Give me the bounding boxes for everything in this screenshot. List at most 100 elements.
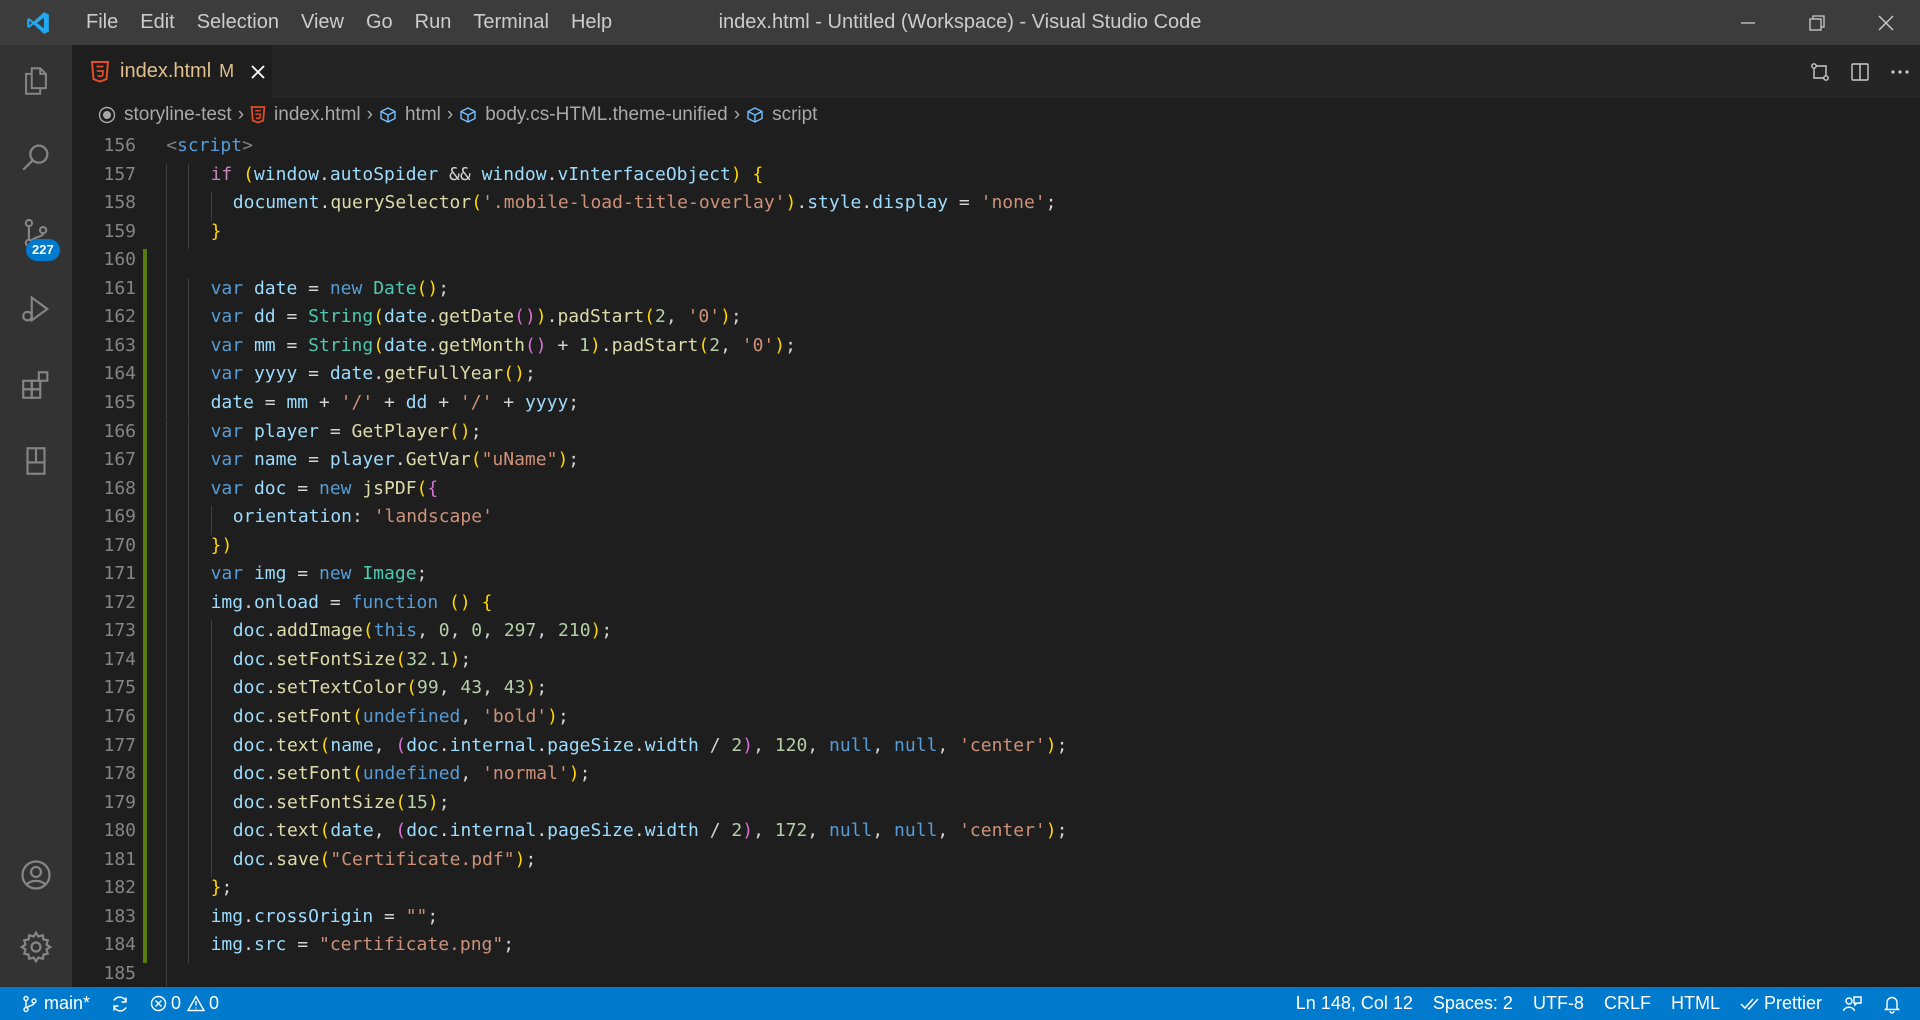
code-line: orientation: 'landscape'	[232, 506, 493, 528]
chevron-right-icon: ›	[733, 104, 741, 125]
code-line: var dd = String(date.getDate()).padStart…	[210, 306, 742, 328]
line-number: 160	[103, 249, 136, 271]
remote-explorer-icon[interactable]	[0, 425, 72, 497]
minimize-button[interactable]	[1713, 0, 1782, 45]
encoding-status[interactable]: UTF-8	[1523, 987, 1594, 1020]
code-line: doc.addImage(this, 0, 0, 297, 210);	[232, 620, 613, 642]
close-window-button[interactable]	[1851, 0, 1920, 45]
breadcrumb-item-body[interactable]: body.cs-HTML.theme-unified	[459, 104, 728, 126]
run-debug-icon[interactable]	[0, 273, 72, 345]
indent-guide	[210, 763, 212, 792]
indent-guide	[166, 877, 168, 906]
indent-guide	[188, 506, 190, 535]
code-line: img.crossOrigin = "";	[210, 905, 439, 927]
tab-modified-status: M	[219, 61, 235, 81]
feedback-icon[interactable]	[1832, 987, 1872, 1020]
line-number: 166	[103, 420, 136, 442]
chevron-right-icon: ›	[366, 104, 373, 125]
warning-icon	[187, 995, 206, 1012]
code-line: doc.setFontSize(32.1);	[232, 648, 472, 670]
code-line: doc.setFontSize(15);	[232, 791, 450, 813]
menu-terminal[interactable]: Terminal	[462, 0, 560, 45]
warning-count: 0	[209, 993, 220, 1013]
menu-file[interactable]: File	[75, 0, 129, 45]
manage-gear-icon[interactable]	[0, 911, 72, 983]
code-line: })	[210, 534, 233, 556]
breadcrumb-item-file[interactable]: index.html	[250, 104, 361, 126]
close-tab-icon[interactable]	[248, 62, 268, 82]
folder-circle-icon	[98, 106, 116, 124]
menu-run[interactable]: Run	[404, 0, 463, 45]
explorer-icon[interactable]	[0, 45, 72, 117]
code-line: <script>	[166, 135, 253, 156]
indent-guide	[210, 734, 212, 764]
indent-guide	[166, 277, 168, 307]
menu-selection[interactable]: Selection	[186, 0, 290, 45]
menu-go[interactable]: Go	[355, 0, 404, 45]
breadcrumb-item-html[interactable]: html	[379, 104, 441, 126]
indent-guide	[188, 306, 190, 335]
indent-guide	[166, 192, 168, 221]
restore-button[interactable]	[1782, 0, 1851, 45]
indent-guide	[188, 734, 190, 764]
line-number: 181	[103, 848, 136, 870]
indent-guide	[188, 791, 190, 821]
status-bar-right: Ln 148, Col 12 Spaces: 2 UTF-8 CRLF HTML…	[1286, 987, 1920, 1020]
cursor-position[interactable]: Ln 148, Col 12	[1286, 987, 1423, 1020]
symbol-element-icon	[746, 106, 764, 124]
indent-guide	[166, 620, 168, 649]
breadcrumb-label-file: index.html	[274, 104, 361, 125]
indent-guide	[166, 249, 168, 278]
indent-guide	[210, 506, 212, 535]
breadcrumb-item-folder[interactable]: storyline-test	[98, 104, 232, 126]
open-changes-icon[interactable]	[1800, 52, 1840, 92]
code-line: var date = new Date();	[210, 277, 450, 299]
indent-guide	[188, 905, 190, 935]
indent-guide	[188, 334, 190, 364]
language-mode[interactable]: HTML	[1661, 987, 1730, 1020]
code-line: if (window.autoSpider && window.vInterfa…	[210, 163, 764, 185]
tab-index-html[interactable]: index.html M	[72, 45, 272, 98]
indent-guide	[166, 934, 168, 963]
search-icon[interactable]	[0, 121, 72, 193]
line-number: 162	[103, 306, 136, 328]
code-line: }	[210, 220, 222, 242]
indent-guide	[210, 706, 212, 735]
accounts-icon[interactable]	[0, 839, 72, 911]
eol-status[interactable]: CRLF	[1594, 987, 1661, 1020]
line-number: 156	[103, 135, 136, 156]
problems-status[interactable]: 0 0	[140, 987, 229, 1020]
indent-guide	[210, 791, 212, 821]
indent-guide	[166, 420, 168, 450]
prettier-status[interactable]: Prettier	[1730, 987, 1832, 1020]
indent-guide	[210, 620, 212, 649]
indentation-status[interactable]: Spaces: 2	[1423, 987, 1523, 1020]
line-number: 169	[103, 506, 136, 528]
indent-guide	[188, 363, 190, 392]
more-actions-icon[interactable]	[1880, 52, 1920, 92]
indent-guide	[188, 706, 190, 735]
menu-view[interactable]: View	[290, 0, 355, 45]
indent-guide	[188, 163, 190, 193]
indent-guide	[166, 677, 168, 706]
line-number: 167	[103, 449, 136, 471]
menu-bar: File Edit Selection View Go Run Terminal…	[75, 0, 623, 45]
indent-guide	[188, 420, 190, 450]
extensions-icon[interactable]	[0, 349, 72, 421]
code-line: var player = GetPlayer();	[210, 420, 482, 442]
indent-guide	[166, 648, 168, 678]
sync-icon[interactable]	[100, 987, 140, 1020]
menu-edit[interactable]: Edit	[129, 0, 185, 45]
line-number: 159	[103, 220, 136, 242]
code-line: var doc = new jsPDF({	[210, 477, 439, 499]
breadcrumb-item-script[interactable]: script	[746, 104, 817, 126]
split-editor-icon[interactable]	[1840, 52, 1880, 92]
breadcrumb: storyline-test › index.html › html › bod…	[72, 98, 1920, 132]
line-number: 176	[103, 706, 136, 727]
code-editor[interactable]: 156 157 158 159 160 161 162 163 164 165 166 167 168 1…	[72, 132, 1848, 987]
code-line: doc.text(date, (doc.internal.pageSize.wi…	[232, 820, 1068, 842]
menu-help[interactable]: Help	[560, 0, 623, 45]
notifications-bell-icon[interactable]	[1872, 987, 1920, 1020]
scm-modified-bar	[143, 249, 147, 963]
branch-status[interactable]: main*	[0, 987, 100, 1020]
